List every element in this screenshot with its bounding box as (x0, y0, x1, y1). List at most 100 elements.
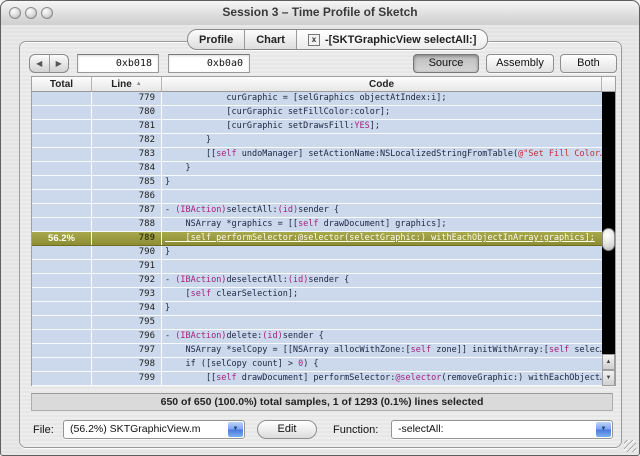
table-row[interactable]: 787- (IBAction)selectAll:(id)sender { (32, 204, 602, 218)
line-number-cell: 786 (92, 190, 162, 203)
table-row[interactable]: 786 (32, 190, 602, 204)
table-row[interactable]: 783 [[self undoManager] setActionName:NS… (32, 148, 602, 162)
tab-close-icon[interactable]: x (307, 33, 320, 46)
table-row[interactable]: 796- (IBAction)delete:(id)sender { (32, 330, 602, 344)
line-number-cell: 796 (92, 330, 162, 343)
assembly-view-button[interactable]: Assembly (486, 54, 554, 73)
table-body: 779 curGraphic = [selGraphics objectAtIn… (32, 92, 602, 386)
table-row[interactable]: 793 [self clearSelection]; (32, 288, 602, 302)
total-percent-cell (32, 372, 92, 385)
table-row[interactable]: 799 [[self drawDocument] performSelector… (32, 372, 602, 386)
total-percent-cell (32, 260, 92, 273)
table-row[interactable]: 56.2% 789 [self performSelector:@selector… (32, 232, 602, 246)
code-cell: } (165, 177, 171, 187)
line-number-cell: 787 (92, 204, 162, 217)
total-percent-cell (32, 358, 92, 371)
scroll-down-button[interactable]: ▼ (602, 370, 615, 386)
code-cell: } (165, 247, 171, 257)
total-percent-cell (32, 218, 92, 231)
sort-ascending-icon: ▲ (135, 81, 142, 87)
edit-button[interactable]: Edit (257, 420, 317, 439)
code-cell: - (IBAction)deselectAll:(id)sender { (165, 275, 350, 285)
forward-button[interactable]: ▶ (50, 55, 69, 72)
total-percent-cell (32, 302, 92, 315)
column-header-code[interactable]: Code (162, 77, 602, 91)
vertical-scrollbar-thumb[interactable] (602, 228, 615, 251)
code-cell: [curGraphic setFillColor:color]; (165, 107, 391, 117)
total-percent-cell (32, 316, 92, 329)
resize-grip[interactable] (624, 440, 636, 452)
total-percent-cell (32, 246, 92, 259)
address-field-end[interactable]: 0xb0a0 (168, 54, 250, 73)
both-view-button[interactable]: Both (560, 54, 617, 73)
tab-chart[interactable]: Chart (245, 30, 297, 49)
scroll-up-icon: ▲ (605, 359, 612, 365)
table-row[interactable]: 794} (32, 302, 602, 316)
table-row[interactable]: 788 NSArray *graphics = [[self drawDocum… (32, 218, 602, 232)
sample-status-bar: 650 of 650 (100.0%) total samples, 1 of … (31, 393, 613, 411)
table-row[interactable]: 780 [curGraphic setFillColor:color]; (32, 106, 602, 120)
source-view-button[interactable]: Source (413, 54, 479, 73)
tab-profile[interactable]: Profile (188, 30, 246, 49)
table-row[interactable]: 781 [curGraphic setDrawsFill:YES]; (32, 120, 602, 134)
line-number-cell: 794 (92, 302, 162, 315)
line-number-cell: 779 (92, 92, 162, 105)
tab-chart-label: Chart (256, 33, 285, 46)
line-number-cell: 784 (92, 162, 162, 175)
line-number-cell: 782 (92, 134, 162, 147)
function-label: Function: (333, 424, 379, 436)
total-percent-cell (32, 106, 92, 119)
column-header-line[interactable]: Line ▲ (92, 77, 162, 91)
line-number-cell: 791 (92, 260, 162, 273)
total-percent-cell (32, 190, 92, 203)
total-percent-cell (32, 148, 92, 161)
code-cell (162, 316, 602, 329)
table-row[interactable]: 785} (32, 176, 602, 190)
table-row[interactable]: 784 } (32, 162, 602, 176)
column-header-total[interactable]: Total (32, 77, 92, 91)
total-percent-cell (32, 344, 92, 357)
table-row[interactable]: 798 if ([selCopy count] > 0) { (32, 358, 602, 372)
table-row[interactable]: 782 } (32, 134, 602, 148)
file-label: File: (33, 424, 54, 436)
code-table: Total Line ▲ Code 779 curGraphic = [selG… (31, 76, 616, 386)
line-number-cell: 798 (92, 358, 162, 371)
table-row[interactable]: 790} (32, 246, 602, 260)
back-arrow-icon: ◀ (36, 59, 43, 68)
address-field-start[interactable]: 0xb018 (77, 54, 159, 73)
table-row[interactable]: 791 (32, 260, 602, 274)
code-cell: } (165, 135, 212, 145)
line-number-cell: 799 (92, 372, 162, 385)
window-titlebar[interactable]: Session 3 – Time Profile of Sketch (1, 1, 639, 25)
table-row[interactable]: 795 (32, 316, 602, 330)
file-popup-value: (56.2%) SKTGraphicView.m (70, 423, 201, 435)
line-number-cell: 781 (92, 120, 162, 133)
code-cell: [[self drawDocument] performSelector:@se… (165, 373, 602, 383)
code-cell: NSArray *graphics = [[self drawDocument]… (165, 219, 447, 229)
total-percent-cell (32, 162, 92, 175)
code-cell: [self clearSelection]; (165, 289, 299, 299)
function-popup-value: -selectAll: (398, 423, 444, 435)
tab-code-browser-label: -[SKTGraphicView selectAll:] (324, 33, 477, 46)
back-button[interactable]: ◀ (30, 55, 50, 72)
function-popup[interactable]: -selectAll: ▼ (391, 420, 613, 439)
file-popup-dropdown-icon[interactable]: ▼ (228, 422, 243, 437)
scroll-up-button[interactable]: ▲ (602, 354, 615, 370)
table-row[interactable]: 792- (IBAction)deselectAll:(id)sender { (32, 274, 602, 288)
tab-code-browser[interactable]: x -[SKTGraphicView selectAll:] (296, 30, 488, 49)
function-popup-dropdown-icon[interactable]: ▼ (596, 422, 611, 437)
line-number-cell: 790 (92, 246, 162, 259)
table-row[interactable]: 797 NSArray *selCopy = [[NSArray allocWi… (32, 344, 602, 358)
vertical-scrollbar-track[interactable] (602, 92, 615, 354)
header-scrollbar-corner (602, 77, 615, 91)
line-number-cell: 785 (92, 176, 162, 189)
line-number-cell: 795 (92, 316, 162, 329)
code-cell: if ([selCopy count] > 0) { (165, 359, 319, 369)
total-percent-cell: 56.2% (32, 232, 92, 245)
file-popup[interactable]: (56.2%) SKTGraphicView.m ▼ (63, 420, 245, 439)
total-percent-cell (32, 204, 92, 217)
table-row[interactable]: 779 curGraphic = [selGraphics objectAtIn… (32, 92, 602, 106)
tab-profile-label: Profile (199, 33, 234, 46)
total-percent-cell (32, 92, 92, 105)
line-number-cell: 788 (92, 218, 162, 231)
